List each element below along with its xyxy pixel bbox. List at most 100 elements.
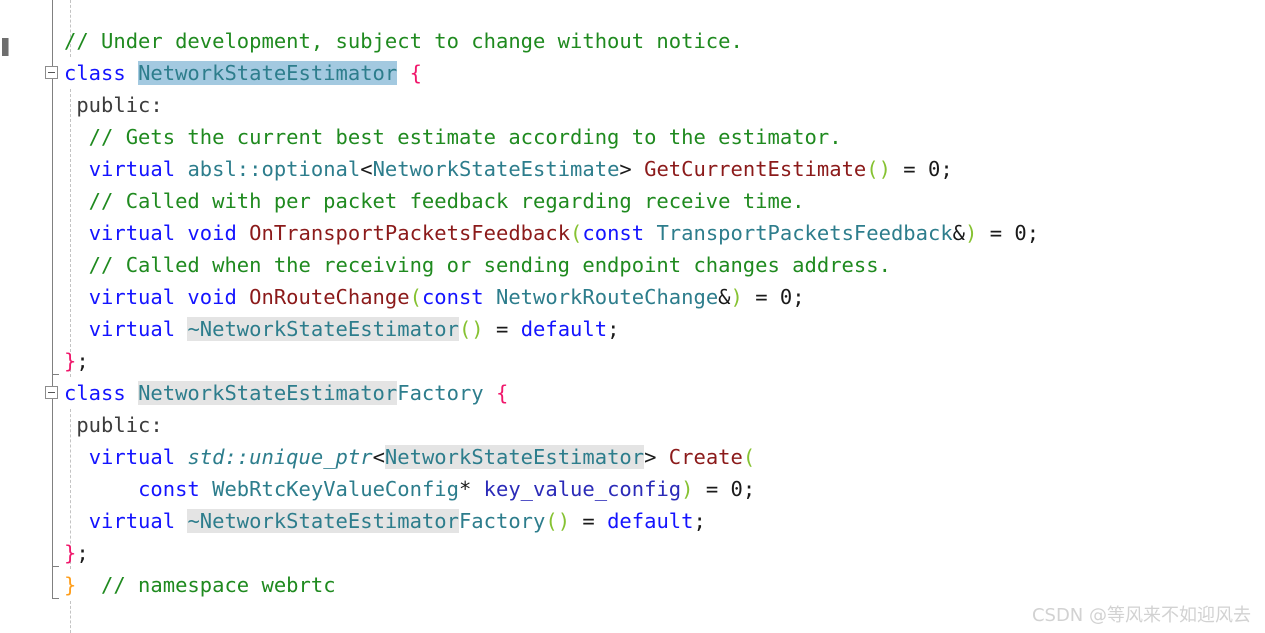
code-token: ) — [681, 477, 694, 501]
code-token: NetworkStateEstimator — [384, 445, 645, 469]
code-token: GetCurrentEstimate — [644, 157, 867, 181]
line-class-networkstateestimator[interactable]: class NetworkStateEstimator { — [0, 57, 1265, 89]
code-token: ( — [409, 285, 422, 309]
line-public-1[interactable]: public: — [0, 89, 1265, 121]
line-close-class-2[interactable]: }; — [0, 537, 1265, 569]
indent-guide-bottom — [70, 601, 71, 633]
code-token: { — [496, 381, 509, 405]
line-create-param[interactable]: const WebRtcKeyValueConfig* key_value_co… — [0, 473, 1265, 505]
line-onroutechange[interactable]: virtual void OnRouteChange(const Network… — [0, 281, 1265, 313]
code-token: class — [64, 381, 139, 405]
code-token: & — [718, 285, 731, 309]
code-token: WebRtcKeyValueConfig — [212, 477, 459, 501]
code-token: default — [520, 317, 608, 341]
code-token: ~NetworkStateEstimator — [187, 317, 459, 341]
code-token: ( — [742, 445, 756, 469]
code-token: = 0; — [693, 477, 756, 501]
code-token: * — [458, 477, 484, 501]
line-class-networkstateestimatorfactory[interactable]: class NetworkStateEstimatorFactory { — [0, 377, 1265, 409]
code-token: // Gets the current best estimate accord… — [64, 125, 842, 149]
code-token: { — [409, 61, 422, 85]
code-token: ; — [693, 509, 706, 533]
code-token: = — [483, 317, 521, 341]
code-token: > — [619, 157, 645, 181]
code-token: ) — [965, 221, 978, 245]
line-ontransportpacketsfeedback[interactable]: virtual void OnTransportPacketsFeedback(… — [0, 217, 1265, 249]
code-token: ) — [730, 285, 743, 309]
code-token: } — [64, 541, 77, 565]
line-getcurrentestimate[interactable]: virtual absl::optional<NetworkStateEstim… — [0, 153, 1265, 185]
code-token: = 0; — [890, 157, 953, 181]
code-token: OnTransportPacketsFeedback — [249, 221, 571, 245]
code-token: ~NetworkStateEstimator — [187, 509, 459, 533]
code-token: TransportPacketsFeedback — [656, 221, 953, 245]
code-editor-viewport[interactable]: ▌ // Under development, subject to chang… — [0, 0, 1265, 633]
code-token: virtual void — [88, 285, 250, 309]
code-token: default — [607, 509, 694, 533]
code-token: Factory — [458, 509, 546, 533]
code-token: const — [421, 285, 496, 309]
code-token: // namespace webrtc — [101, 573, 336, 597]
code-token: ; — [76, 349, 89, 373]
code-token: = — [570, 509, 608, 533]
csdn-watermark: CSDN @等风来不如迎风去 — [1031, 605, 1251, 626]
code-token: // Called when the receiving or sending … — [64, 253, 891, 277]
line-destructor-networkstateestimator[interactable]: virtual ~NetworkStateEstimator() = defau… — [0, 313, 1265, 345]
code-token: public: — [64, 413, 163, 437]
line-create-signature[interactable]: virtual std::unique_ptr<NetworkStateEsti… — [0, 441, 1265, 473]
code-token: () — [866, 157, 891, 181]
code-token: Factory — [397, 381, 484, 405]
code-token: NetworkStateEstimator — [138, 381, 398, 405]
code-token: & — [952, 221, 966, 245]
code-token: () — [458, 317, 484, 341]
code-token: virtual — [88, 317, 188, 341]
line-comment-called-when-receiving[interactable]: // Called when the receiving or sending … — [0, 249, 1265, 281]
code-token: Create — [668, 445, 743, 469]
code-token: > — [644, 445, 669, 469]
code-token: = 0; — [742, 285, 805, 309]
code-token: ( — [570, 221, 583, 245]
code-token: NetworkRouteChange — [496, 285, 719, 309]
code-token: const — [582, 221, 657, 245]
line-close-class-1[interactable]: }; — [0, 345, 1265, 377]
line-close-namespace[interactable]: } // namespace webrtc — [0, 569, 1265, 601]
code-token: } — [64, 349, 77, 373]
code-token: class — [64, 61, 139, 85]
code-token: NetworkStateEstimate — [372, 157, 620, 181]
code-token: const — [138, 477, 213, 501]
line-public-2[interactable]: public: — [0, 409, 1265, 441]
code-token: // Called with per packet feedback regar… — [64, 189, 805, 213]
code-token: } — [64, 573, 77, 597]
code-token: ; — [607, 317, 620, 341]
code-token: // Under development, subject to change … — [64, 29, 743, 53]
code-token: = 0; — [977, 221, 1040, 245]
code-token: < — [360, 157, 373, 181]
code-text-area[interactable]: // Under development, subject to change … — [0, 25, 1265, 601]
code-token: absl::optional — [187, 157, 361, 181]
code-token: std::unique_ptr — [187, 445, 373, 469]
code-token: public: — [64, 93, 163, 117]
code-token: virtual void — [88, 221, 250, 245]
line-comment-gets-current-best[interactable]: // Gets the current best estimate accord… — [0, 121, 1265, 153]
code-token: virtual — [88, 445, 188, 469]
line-comment-under-development[interactable]: // Under development, subject to change … — [0, 25, 1265, 57]
code-token: < — [372, 445, 385, 469]
code-token: ; — [76, 541, 89, 565]
code-token: () — [545, 509, 571, 533]
code-token: virtual — [88, 157, 188, 181]
code-token: virtual — [88, 509, 188, 533]
line-destructor-factory[interactable]: virtual ~NetworkStateEstimatorFactory() … — [0, 505, 1265, 537]
code-token: key_value_config — [483, 477, 682, 501]
code-token: OnRouteChange — [249, 285, 410, 309]
line-comment-called-with-per-packet[interactable]: // Called with per packet feedback regar… — [0, 185, 1265, 217]
